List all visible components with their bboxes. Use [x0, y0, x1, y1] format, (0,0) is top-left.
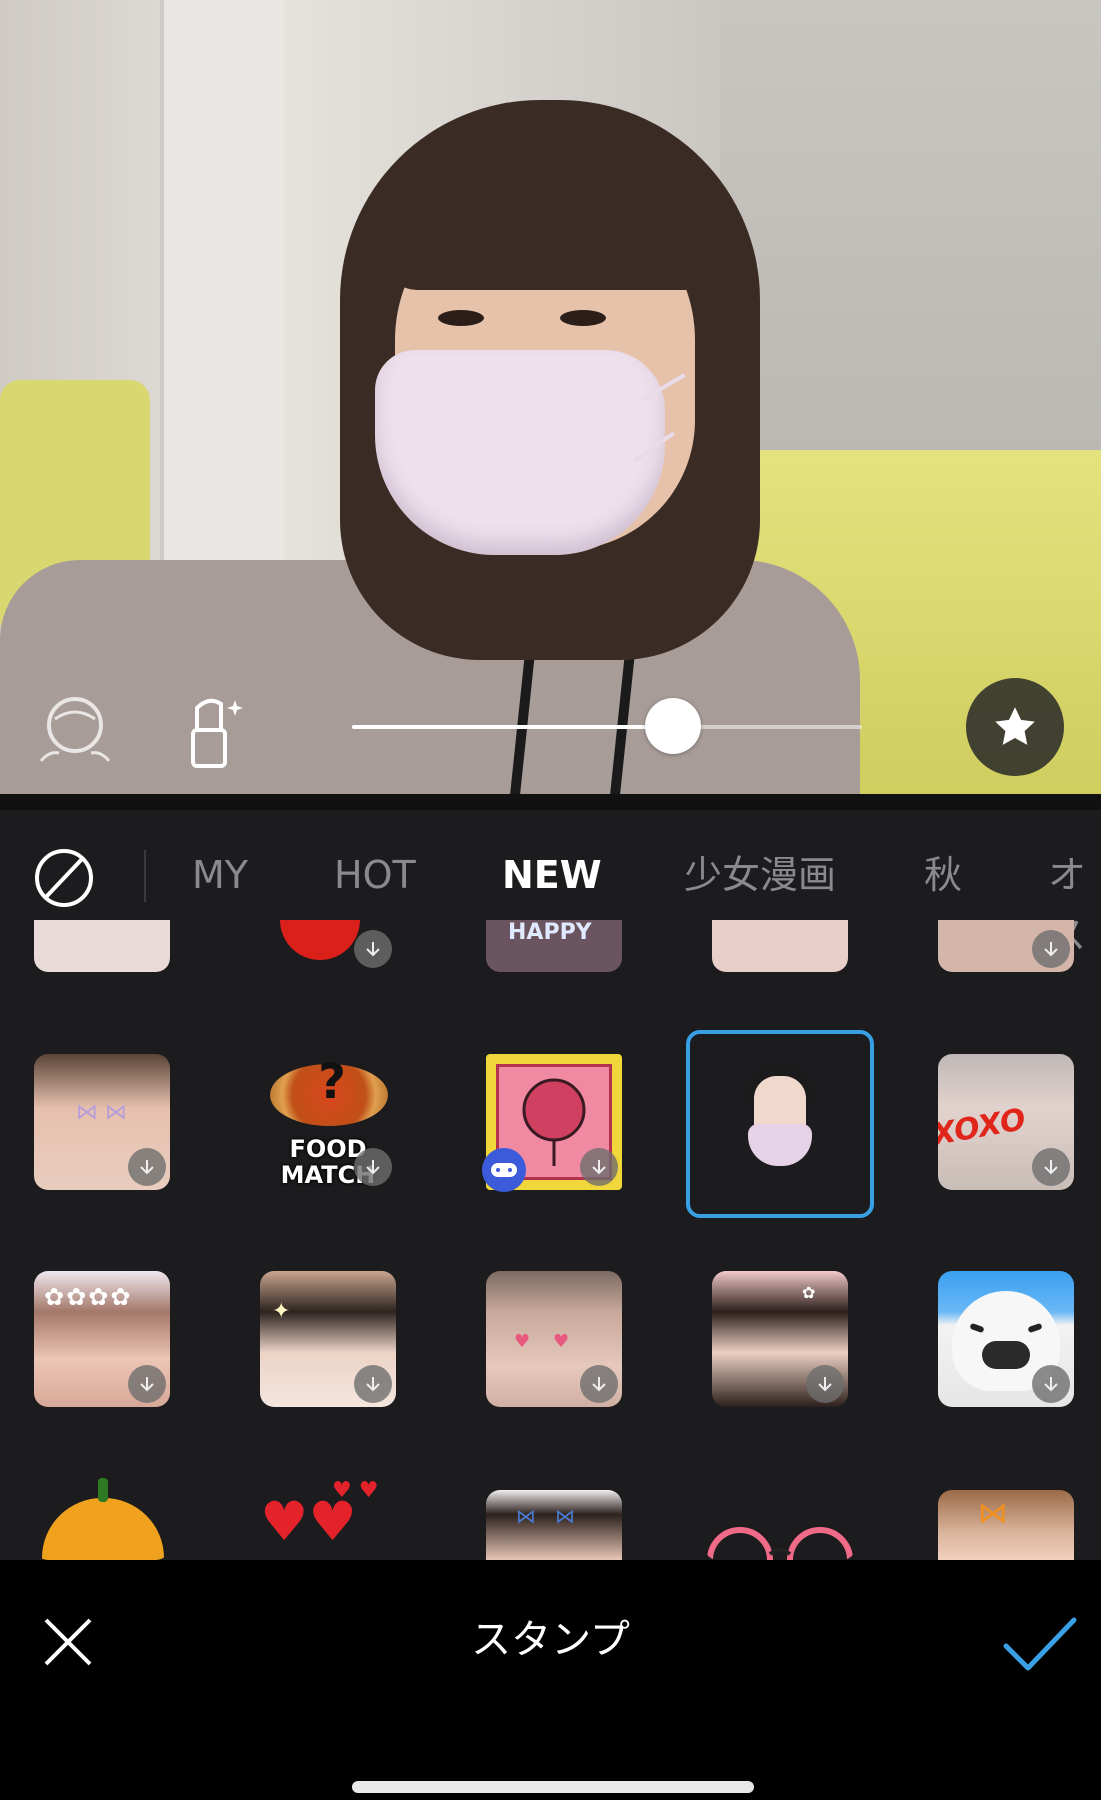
question-mark-icon: ? [318, 1054, 346, 1110]
red-heart-sticker-thumb [280, 920, 360, 960]
download-icon [1032, 1365, 1070, 1403]
screen-title: スタンプ [471, 1617, 630, 1663]
sticker-cell[interactable] [260, 920, 396, 972]
heart-icon: ♥ ♥ [514, 1331, 570, 1352]
pumpkin-hat-icon [42, 1498, 164, 1560]
download-icon [1032, 930, 1070, 968]
game-controller-icon [482, 1148, 526, 1192]
download-icon [580, 1365, 618, 1403]
star-icon [995, 707, 1035, 745]
sticker-cell[interactable]: HAPPY [486, 920, 622, 972]
confirm-button[interactable] [1000, 1612, 1080, 1676]
background-wall [720, 0, 1101, 520]
hearts-sticker[interactable]: ♥♥ ♥ ♥ [260, 1478, 396, 1560]
tab-hot[interactable]: HOT [334, 845, 416, 905]
tab-shoujo-manga[interactable]: 少女漫画 [684, 845, 836, 905]
tab-autumn[interactable]: 秋 [924, 845, 962, 905]
download-icon [1032, 1148, 1070, 1186]
intensity-slider[interactable] [352, 698, 862, 754]
glasses-sticker[interactable] [704, 1520, 856, 1560]
food-match-sticker[interactable]: ? FOOD MATCH [260, 1054, 396, 1190]
slider-knob[interactable] [645, 698, 702, 754]
download-icon [128, 1148, 166, 1186]
stem-shape [98, 1478, 108, 1502]
balloon-game-sticker[interactable] [482, 1054, 622, 1192]
butterfly-icon: ⋈ [978, 1496, 1008, 1531]
download-icon [580, 1148, 618, 1186]
makeup-button[interactable] [180, 688, 250, 772]
person-bangs [380, 150, 710, 290]
butterfly-face-sticker[interactable]: ⋈ ⋈ [34, 1054, 170, 1190]
mask-sticker[interactable] [712, 1054, 848, 1190]
favorite-button[interactable] [966, 678, 1064, 776]
flower-hair-sticker[interactable]: ✿ [712, 1271, 848, 1407]
sticker-cell[interactable] [938, 920, 1074, 972]
applied-mask-sticker [375, 350, 665, 555]
slider-fill [352, 725, 674, 729]
flower-icon: ✿ [802, 1283, 816, 1302]
download-icon [128, 1365, 166, 1403]
person-eye [438, 310, 484, 326]
download-icon [354, 1148, 392, 1186]
face-effect-button[interactable] [30, 690, 120, 770]
heart-cheek-sticker[interactable]: ♥ ♥ [486, 1271, 622, 1407]
balloon-icon [522, 1078, 586, 1166]
tab-my[interactable]: MY [192, 845, 248, 905]
sparkle-sticker[interactable]: ✦ [260, 1271, 396, 1407]
pumpkin-hat-sticker[interactable] [34, 1478, 170, 1560]
glasses-icon [707, 1527, 853, 1560]
camera-preview [0, 0, 1101, 794]
checkmark-icon [1003, 1617, 1077, 1671]
download-icon [806, 1365, 844, 1403]
butterfly-icon: ⋈ ⋈ [516, 1504, 576, 1528]
butterfly-crown-sticker[interactable]: ⋈ [938, 1490, 1074, 1560]
sticker-cell[interactable] [712, 920, 848, 972]
download-icon [354, 930, 392, 968]
lipstick-sparkle-icon [191, 698, 243, 768]
xoxo-kiss-sticker[interactable]: XOXO [938, 1054, 1074, 1190]
person-eye [560, 310, 606, 326]
download-icon [354, 1365, 392, 1403]
tab-os[interactable]: オス [1048, 845, 1101, 957]
bottom-bar [0, 1560, 1101, 1800]
butterfly-hair-sticker[interactable]: ⋈ ⋈ [486, 1490, 622, 1560]
tab-new[interactable]: NEW [502, 845, 602, 905]
butterfly-icon: ⋈ ⋈ [76, 1100, 127, 1125]
background-door [160, 0, 284, 600]
face-effect-icon [39, 697, 111, 762]
mask-icon [748, 1124, 812, 1166]
none-circle-slash-icon [35, 849, 93, 907]
small-heart-icon: ♥ ♥ [332, 1478, 379, 1503]
home-indicator [352, 1781, 754, 1793]
sparkle-icon: ✦ [272, 1299, 291, 1324]
happy-sticker-thumb: HAPPY [508, 920, 592, 945]
sticker-cell[interactable] [34, 920, 170, 972]
panel-top-band [0, 794, 1101, 810]
no-sticker-button[interactable] [34, 848, 94, 908]
seal-sticker[interactable] [938, 1271, 1074, 1407]
tab-divider [144, 850, 146, 902]
flower-crown-icon: ✿✿✿✿ [44, 1283, 133, 1311]
flower-crown-sticker[interactable]: ✿✿✿✿ [34, 1271, 170, 1407]
